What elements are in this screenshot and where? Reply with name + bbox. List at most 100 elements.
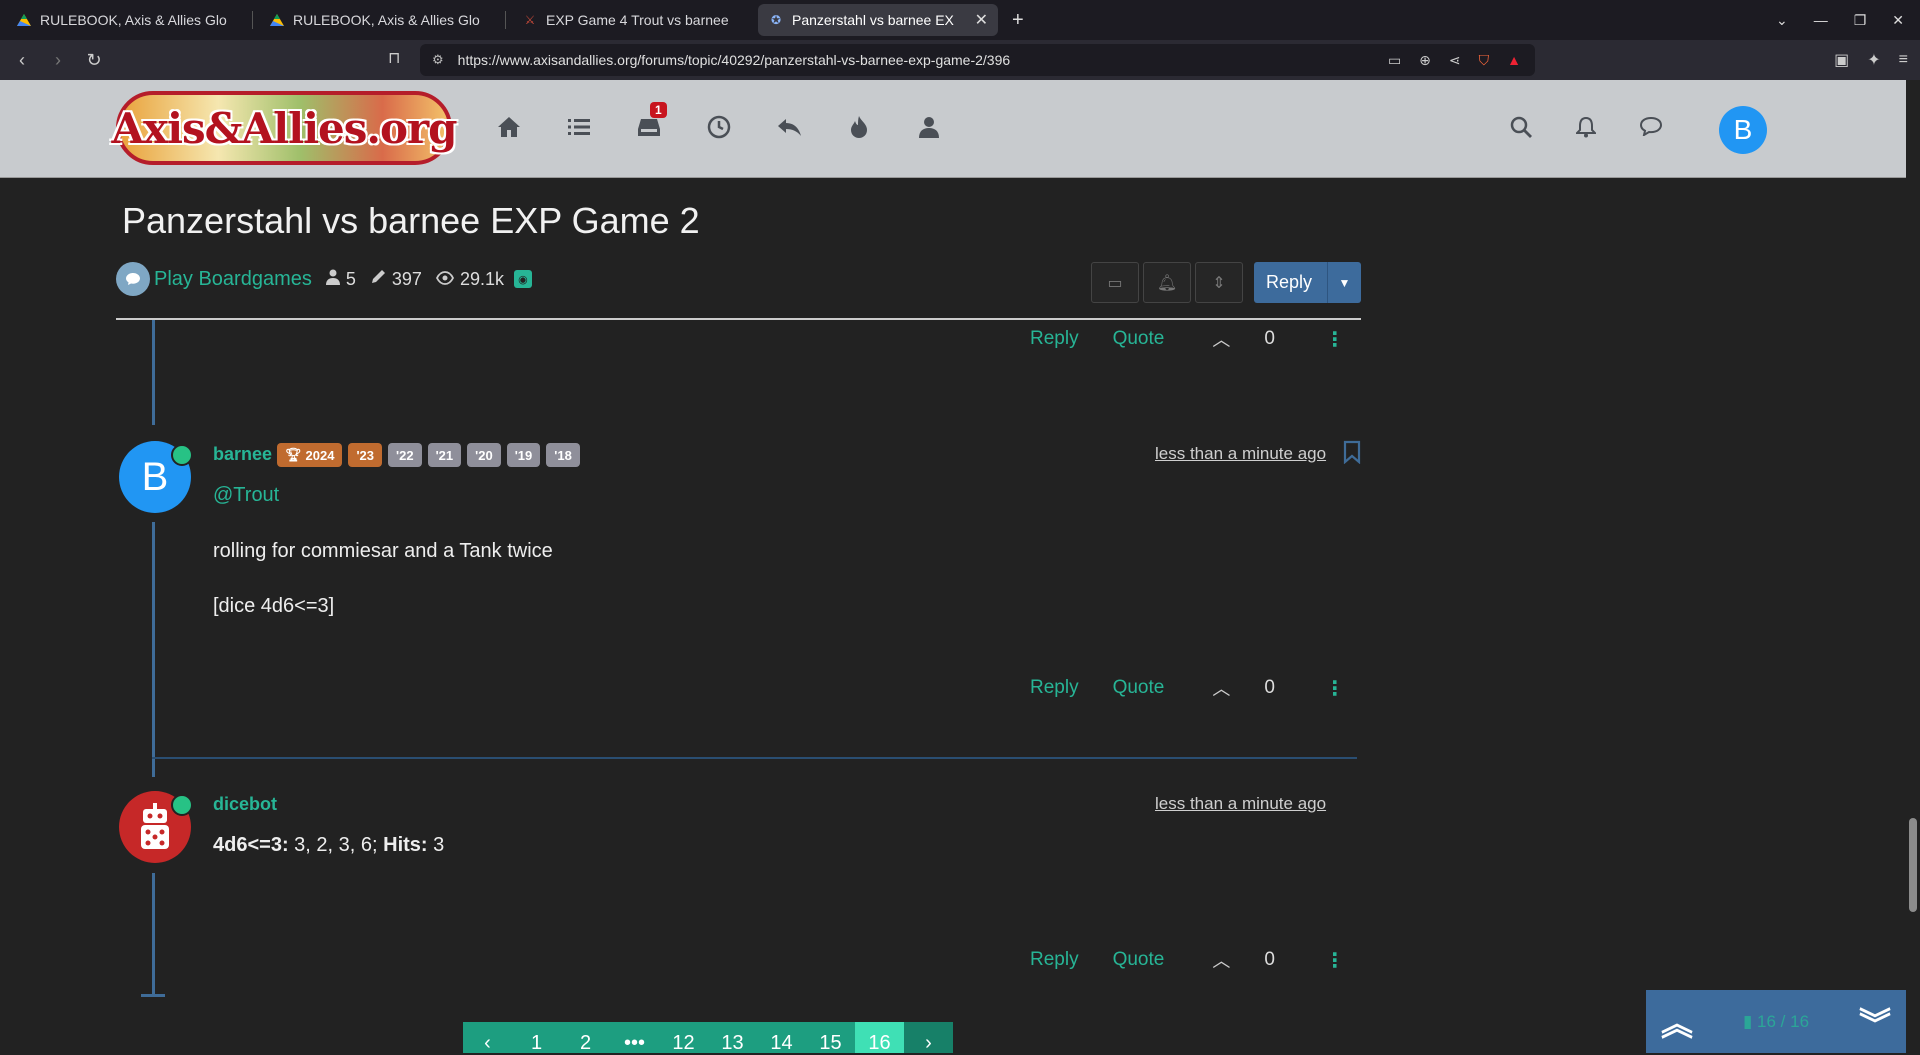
quote-link[interactable]: Quote — [1113, 949, 1165, 971]
menu-icon[interactable]: ≡ — [1899, 51, 1908, 69]
flair: '19 — [506, 443, 541, 467]
forward-icon[interactable]: › — [44, 50, 72, 71]
chevron-down-icon[interactable]: ▼ — [1327, 262, 1361, 303]
home-icon[interactable] — [494, 112, 524, 142]
page-link[interactable]: 15 — [806, 1022, 855, 1054]
browser-tab[interactable]: RULEBOOK, Axis & Allies Glo — [259, 4, 499, 36]
new-tab-icon[interactable]: + — [1012, 9, 1024, 32]
online-status-icon — [171, 794, 193, 816]
topic-meta: Play Boardgames 5 397 29.1k ◉ — [116, 262, 532, 296]
reload-icon[interactable]: ↻ — [80, 50, 108, 71]
flair: '23 — [348, 443, 382, 467]
more-options-icon[interactable]: ⋮ — [1325, 948, 1345, 973]
vote-count: 0 — [1264, 328, 1275, 349]
page-ellipsis[interactable]: ••• — [610, 1022, 659, 1054]
close-window-icon[interactable]: ✕ — [1892, 12, 1904, 29]
site-logo[interactable]: Axis&Allies.org — [111, 91, 458, 165]
page-link[interactable]: 2 — [561, 1022, 610, 1054]
scrollbar-thumb[interactable] — [1909, 818, 1917, 912]
site-info-icon[interactable]: ⚙ — [432, 52, 444, 68]
drive-icon — [16, 12, 32, 28]
tab-list-icon[interactable]: ⌄ — [1776, 12, 1788, 29]
mark-unread-button[interactable]: ▭ — [1091, 262, 1139, 303]
browser-nav-bar: ‹ › ↻ ⊓ ⚙ https://www.axisandallies.org/… — [0, 40, 1920, 80]
post-text: rolling for commiesar and a Tank twice — [213, 540, 553, 562]
reply-link[interactable]: Reply — [1030, 328, 1079, 350]
robot-icon — [141, 803, 169, 849]
vote-count: 0 — [1264, 949, 1275, 970]
post-actions: Reply Quote ︿ 0 ⋮ — [1030, 675, 1345, 701]
minimize-icon[interactable]: — — [1814, 12, 1828, 28]
eye-icon — [435, 269, 454, 290]
scroll-top-icon[interactable]: ︽ — [1656, 999, 1698, 1045]
posters-icon — [325, 269, 340, 290]
more-options-icon[interactable]: ⋮ — [1325, 327, 1345, 352]
post-timestamp[interactable]: less than a minute ago — [1155, 444, 1326, 464]
page-link-active[interactable]: 16 — [855, 1022, 904, 1054]
post-timestamp[interactable]: less than a minute ago — [1155, 794, 1326, 814]
user-avatar[interactable]: B — [1719, 106, 1767, 154]
shield-icon[interactable]: ⛉ — [1479, 52, 1490, 69]
topic-title: Panzerstahl vs barnee EXP Game 2 — [122, 200, 700, 241]
users-icon[interactable] — [914, 112, 944, 142]
pencil-icon — [370, 269, 386, 290]
watch-button[interactable]: 🔔︎ — [1143, 262, 1191, 303]
rewards-icon[interactable]: ▲ — [1507, 52, 1521, 68]
categories-icon[interactable] — [564, 112, 594, 142]
bell-icon[interactable] — [1574, 116, 1598, 144]
reply-link[interactable]: Reply — [1030, 677, 1079, 699]
recent-icon[interactable] — [704, 112, 734, 142]
unread-icon[interactable] — [774, 112, 804, 142]
browser-tab[interactable]: ⚔ EXP Game 4 Trout vs barnee — [512, 4, 752, 36]
upvote-icon[interactable]: ︿ — [1212, 947, 1230, 973]
next-page-icon[interactable]: › — [904, 1022, 953, 1054]
popular-icon[interactable] — [844, 112, 874, 142]
rss-icon[interactable]: ◉ — [513, 270, 532, 288]
vote-count: 0 — [1264, 677, 1275, 698]
sort-button[interactable]: ⇕ — [1195, 262, 1243, 303]
cast-icon[interactable]: ▭ — [1388, 52, 1401, 69]
close-tab-icon[interactable]: ✕ — [975, 10, 988, 30]
online-status-icon — [171, 444, 193, 466]
flair: '20 — [467, 443, 501, 467]
zoom-icon[interactable]: ⊕ — [1419, 52, 1431, 69]
post-author[interactable]: dicebot — [213, 794, 277, 815]
browser-tab-active[interactable]: ✪ Panzerstahl vs barnee EX ✕ — [758, 4, 998, 36]
page-link[interactable]: 14 — [757, 1022, 806, 1054]
page-scrollbar[interactable] — [1906, 80, 1920, 1053]
url-bar[interactable]: ⚙ https://www.axisandallies.org/forums/t… — [420, 44, 1535, 76]
page-link[interactable]: 13 — [708, 1022, 757, 1054]
bookmark-icon[interactable] — [1343, 440, 1361, 470]
bookmark-icon[interactable]: ⊓ — [388, 48, 400, 68]
page-link[interactable]: 12 — [659, 1022, 708, 1054]
more-options-icon[interactable]: ⋮ — [1325, 676, 1345, 701]
user-mention[interactable]: @Trout — [213, 484, 279, 507]
leo-icon[interactable]: ✦ — [1867, 50, 1880, 70]
inbox-icon[interactable]: 1 — [634, 102, 667, 142]
reply-link[interactable]: Reply — [1030, 949, 1079, 971]
topic-reply-button[interactable]: Reply ▼ — [1254, 262, 1361, 303]
upvote-icon[interactable]: ︿ — [1212, 675, 1230, 701]
prev-page-icon[interactable]: ‹ — [463, 1022, 512, 1054]
page-link[interactable]: 1 — [512, 1022, 561, 1054]
timeline-line — [152, 522, 155, 777]
back-icon[interactable]: ‹ — [8, 50, 36, 71]
timeline-end — [141, 994, 165, 997]
posters-count: 5 — [345, 268, 356, 289]
browser-tab[interactable]: RULEBOOK, Axis & Allies Glo — [6, 4, 246, 36]
scroll-bottom-icon[interactable]: ︾ — [1854, 999, 1896, 1045]
post-navigator: ︽ ▮ 16 / 16 ︾ — [1646, 990, 1906, 1053]
maximize-icon[interactable]: ❐ — [1854, 12, 1867, 29]
chat-icon[interactable] — [1639, 116, 1663, 144]
notification-badge: 1 — [650, 102, 667, 118]
post-author[interactable]: barnee — [213, 444, 272, 465]
quote-link[interactable]: Quote — [1113, 677, 1165, 699]
share-icon[interactable]: ⋖ — [1449, 52, 1461, 69]
post-actions: Reply Quote ︿ 0 ⋮ — [1030, 326, 1345, 352]
upvote-icon[interactable]: ︿ — [1212, 326, 1230, 352]
quote-link[interactable]: Quote — [1113, 328, 1165, 350]
post-text: [dice 4d6<=3] — [213, 595, 335, 617]
wallet-icon[interactable]: ▣ — [1834, 50, 1849, 70]
search-icon[interactable] — [1510, 116, 1532, 144]
category-link[interactable]: Play Boardgames — [154, 268, 312, 291]
